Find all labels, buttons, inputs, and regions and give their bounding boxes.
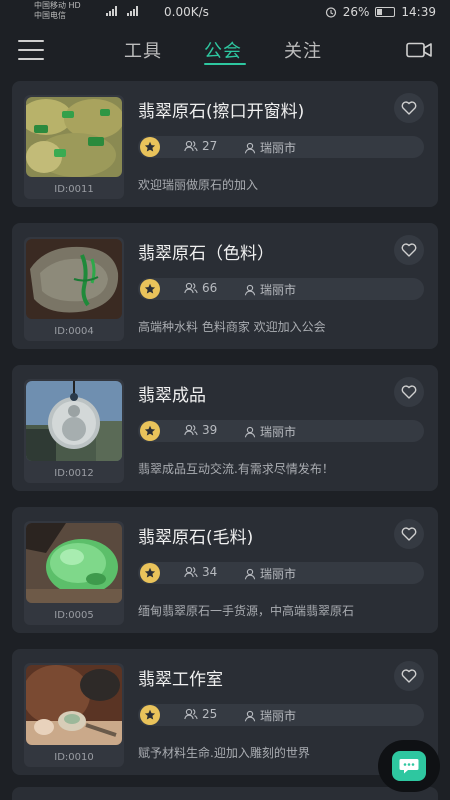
alarm-icon	[325, 7, 336, 18]
status-bar: 中国移动 HD 中国电信 0.00K/s 26% 14:39	[0, 0, 450, 26]
guild-name: 翡翠工作室	[138, 670, 223, 690]
members-icon	[184, 282, 198, 294]
carrier-line-2: 中国电信	[34, 11, 66, 20]
star-level-icon	[140, 563, 160, 583]
guild-description: 缅甸翡翠原石一手货源，中高端翡翠原石	[138, 604, 355, 618]
battery-percent: 26%	[342, 5, 370, 19]
guild-meta-bar: 34 瑞丽市	[138, 562, 424, 584]
favorite-heart-icon[interactable]	[394, 377, 424, 407]
city-value: 瑞丽市	[260, 567, 297, 581]
guild-name: 翡翠原石（色料）	[138, 244, 274, 264]
favorite-heart-icon[interactable]	[394, 93, 424, 123]
member-count-value: 25	[202, 707, 218, 721]
member-count: 39	[184, 423, 217, 437]
guild-image	[26, 523, 122, 603]
members-icon	[184, 140, 198, 152]
tab-follow[interactable]: 关注	[284, 37, 322, 63]
guild-list: ID:0011 翡翠原石(擦口开窗料) 27 瑞丽市 欢迎瑞丽做原石的加入 ID…	[12, 81, 438, 791]
guild-thumbnail: ID:0005	[24, 521, 124, 625]
person-icon	[244, 142, 256, 153]
favorite-heart-icon[interactable]	[394, 661, 424, 691]
guild-city: 瑞丽市	[244, 281, 296, 298]
member-count-value: 66	[202, 281, 218, 295]
carrier-info: 中国移动 HD 中国电信	[34, 1, 81, 21]
guild-card[interactable]: ID:0005 翡翠原石(毛料) 34 瑞丽市 缅甸翡翠原石一手货源，中高端翡翠…	[12, 507, 438, 633]
guild-id: ID:0010	[54, 752, 94, 763]
guild-id: ID:0004	[54, 326, 94, 337]
network-speed: 0.00K/s	[164, 5, 209, 19]
star-level-icon	[140, 279, 160, 299]
menu-icon[interactable]	[18, 40, 44, 60]
star-level-icon	[140, 421, 160, 441]
member-count-value: 27	[202, 139, 218, 153]
top-nav: 工具 公会 关注	[0, 26, 450, 76]
members-icon	[184, 424, 198, 436]
tab-tools[interactable]: 工具	[124, 37, 162, 63]
battery-icon	[375, 7, 396, 17]
members-icon	[184, 708, 198, 720]
guild-description: 欢迎瑞丽做原石的加入	[138, 178, 259, 192]
guild-image	[26, 239, 122, 319]
member-count: 66	[184, 281, 217, 295]
guild-id: ID:0005	[54, 610, 94, 621]
guild-thumbnail: ID:0004	[24, 237, 124, 341]
member-count: 27	[184, 139, 217, 153]
guild-city: 瑞丽市	[244, 707, 296, 724]
guild-name: 翡翠成品	[138, 386, 206, 406]
person-icon	[244, 568, 256, 579]
signal-icon-2	[126, 6, 138, 16]
active-tab-indicator	[204, 63, 246, 65]
guild-image	[26, 97, 122, 177]
clock: 14:39	[401, 5, 436, 19]
tab-guild[interactable]: 公会	[204, 37, 242, 63]
guild-thumbnail: ID:0010	[24, 663, 124, 767]
guild-card[interactable]: ID:0012 翡翠成品 39 瑞丽市 翡翠成品互动交流.有需求尽情发布！	[12, 365, 438, 491]
guild-description: 高端种水料 色料商家 欢迎加入公会	[138, 320, 326, 334]
member-count-value: 39	[202, 423, 218, 437]
guild-card[interactable]: ID:0004 翡翠原石（色料） 66 瑞丽市 高端种水料 色料商家 欢迎加入公…	[12, 223, 438, 349]
person-icon	[244, 284, 256, 295]
guild-name: 翡翠原石(擦口开窗料)	[138, 102, 305, 122]
guild-id: ID:0011	[54, 184, 94, 195]
guild-card-partial[interactable]	[12, 787, 438, 800]
member-count: 25	[184, 707, 217, 721]
star-level-icon	[140, 705, 160, 725]
signal-icons	[106, 5, 138, 19]
status-right: 26% 14:39	[325, 5, 436, 19]
chat-fab-button[interactable]	[378, 740, 440, 792]
star-level-icon	[140, 137, 160, 157]
guild-thumbnail: ID:0011	[24, 95, 124, 199]
guild-meta-bar: 25 瑞丽市	[138, 704, 424, 726]
signal-icon	[106, 6, 117, 16]
guild-meta-bar: 39 瑞丽市	[138, 420, 424, 442]
carrier-line-1: 中国移动 HD	[34, 1, 81, 10]
guild-image	[26, 381, 122, 461]
guild-city: 瑞丽市	[244, 423, 296, 440]
guild-card[interactable]: ID:0010 翡翠工作室 25 瑞丽市 赋予材料生命.迎加入雕刻的世界	[12, 649, 438, 775]
member-count-value: 34	[202, 565, 218, 579]
guild-id: ID:0012	[54, 468, 94, 479]
guild-card[interactable]: ID:0011 翡翠原石(擦口开窗料) 27 瑞丽市 欢迎瑞丽做原石的加入	[12, 81, 438, 207]
guild-name: 翡翠原石(毛料)	[138, 528, 254, 548]
members-icon	[184, 566, 198, 578]
favorite-heart-icon[interactable]	[394, 519, 424, 549]
guild-city: 瑞丽市	[244, 565, 296, 582]
chat-bubble-icon	[392, 751, 426, 781]
city-value: 瑞丽市	[260, 141, 297, 155]
person-icon	[244, 426, 256, 437]
guild-thumbnail: ID:0012	[24, 379, 124, 483]
city-value: 瑞丽市	[260, 709, 297, 723]
city-value: 瑞丽市	[260, 283, 297, 297]
member-count: 34	[184, 565, 217, 579]
guild-description: 翡翠成品互动交流.有需求尽情发布！	[138, 462, 334, 476]
video-camera-icon[interactable]	[406, 42, 432, 58]
favorite-heart-icon[interactable]	[394, 235, 424, 265]
person-icon	[244, 710, 256, 721]
guild-description: 赋予材料生命.迎加入雕刻的世界	[138, 746, 310, 760]
guild-city: 瑞丽市	[244, 139, 296, 156]
guild-meta-bar: 27 瑞丽市	[138, 136, 424, 158]
guild-meta-bar: 66 瑞丽市	[138, 278, 424, 300]
guild-image	[26, 665, 122, 745]
city-value: 瑞丽市	[260, 425, 297, 439]
